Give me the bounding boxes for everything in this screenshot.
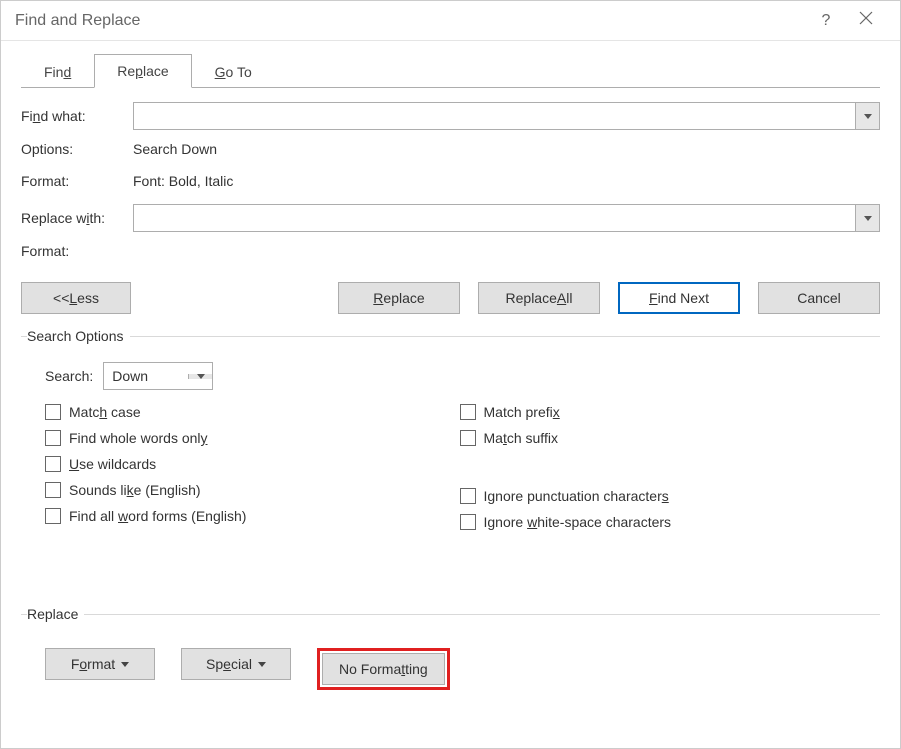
tab-find[interactable]: Find xyxy=(21,55,94,88)
checkbox-label: Match case xyxy=(69,404,141,420)
checkbox-box xyxy=(45,508,61,524)
find-format-label: Format: xyxy=(21,173,133,189)
checkbox-box xyxy=(45,404,61,420)
match-suffix-checkbox[interactable]: Match suffix xyxy=(460,430,875,446)
sounds-like-checkbox[interactable]: Sounds like (English) xyxy=(45,482,460,498)
replace-with-dropdown[interactable] xyxy=(855,205,879,231)
find-what-input[interactable] xyxy=(134,103,855,129)
ignore-whitespace-checkbox[interactable]: Ignore white-space characters xyxy=(460,514,875,530)
match-prefix-checkbox[interactable]: Match prefix xyxy=(460,404,875,420)
checkbox-label: Ignore punctuation characters xyxy=(484,488,669,504)
options-value: Search Down xyxy=(133,141,217,157)
find-what-label: Find what: xyxy=(21,108,133,124)
window-title: Find and Replace xyxy=(15,12,806,30)
checkbox-label: Match prefix xyxy=(484,404,560,420)
titlebar: Find and Replace ? xyxy=(1,1,900,41)
replace-button[interactable]: Replace xyxy=(338,282,460,314)
checkbox-box xyxy=(460,488,476,504)
ignore-punctuation-checkbox[interactable]: Ignore punctuation characters xyxy=(460,488,875,504)
cancel-button[interactable]: Cancel xyxy=(758,282,880,314)
format-menu-button[interactable]: Format xyxy=(45,648,155,680)
tabstrip: Find Replace Go To xyxy=(1,41,900,87)
no-formatting-button[interactable]: No Formatting xyxy=(322,653,445,685)
tab-goto[interactable]: Go To xyxy=(192,55,275,88)
less-button[interactable]: << Less xyxy=(21,282,131,314)
find-what-combo[interactable] xyxy=(133,102,880,130)
replace-all-button[interactable]: Replace All xyxy=(478,282,600,314)
replace-format-label: Format: xyxy=(21,243,133,259)
search-options-legend: Search Options xyxy=(27,328,130,344)
checkbox-label: Find all word forms (English) xyxy=(69,508,246,524)
checkbox-box xyxy=(460,404,476,420)
checkbox-label: Ignore white-space characters xyxy=(484,514,672,530)
options-label: Options: xyxy=(21,141,133,157)
checkbox-label: Use wildcards xyxy=(69,456,156,472)
word-forms-checkbox[interactable]: Find all word forms (English) xyxy=(45,508,460,524)
checkbox-box xyxy=(45,456,61,472)
checkbox-label: Sounds like (English) xyxy=(69,482,201,498)
action-button-row: << Less Replace Replace All Find Next Ca… xyxy=(21,282,880,314)
find-format-value: Font: Bold, Italic xyxy=(133,173,233,189)
search-options-group: Search Options Search: Down Match case F… xyxy=(21,328,880,546)
find-what-dropdown[interactable] xyxy=(855,103,879,129)
search-direction-label: Search: xyxy=(45,368,93,384)
checkbox-label: Find whole words only xyxy=(69,430,208,446)
no-formatting-highlight: No Formatting xyxy=(317,648,450,690)
search-direction-select[interactable]: Down xyxy=(103,362,213,390)
checkbox-box xyxy=(45,482,61,498)
tab-replace[interactable]: Replace xyxy=(94,54,191,88)
help-button[interactable]: ? xyxy=(806,12,846,30)
replace-with-label: Replace with: xyxy=(21,210,133,226)
search-direction-value: Down xyxy=(104,368,188,384)
checkbox-label: Match suffix xyxy=(484,430,558,446)
use-wildcards-checkbox[interactable]: Use wildcards xyxy=(45,456,460,472)
replace-legend: Replace xyxy=(27,606,84,622)
dialog-content: Find what: Options: Search Down Format: … xyxy=(1,88,900,706)
special-menu-button[interactable]: Special xyxy=(181,648,291,680)
replace-with-input[interactable] xyxy=(134,205,855,231)
checkbox-box xyxy=(460,514,476,530)
chevron-down-icon xyxy=(864,216,872,221)
search-direction-dropdown[interactable] xyxy=(188,374,212,379)
checkbox-box xyxy=(460,430,476,446)
checkbox-box xyxy=(45,430,61,446)
chevron-down-icon xyxy=(197,374,205,379)
whole-words-checkbox[interactable]: Find whole words only xyxy=(45,430,460,446)
replace-group: Replace Format Special No Formatting xyxy=(21,606,880,696)
close-button[interactable] xyxy=(846,11,886,30)
replace-with-combo[interactable] xyxy=(133,204,880,232)
chevron-down-icon xyxy=(864,114,872,119)
find-next-button[interactable]: Find Next xyxy=(618,282,740,314)
match-case-checkbox[interactable]: Match case xyxy=(45,404,460,420)
close-icon xyxy=(859,11,873,25)
